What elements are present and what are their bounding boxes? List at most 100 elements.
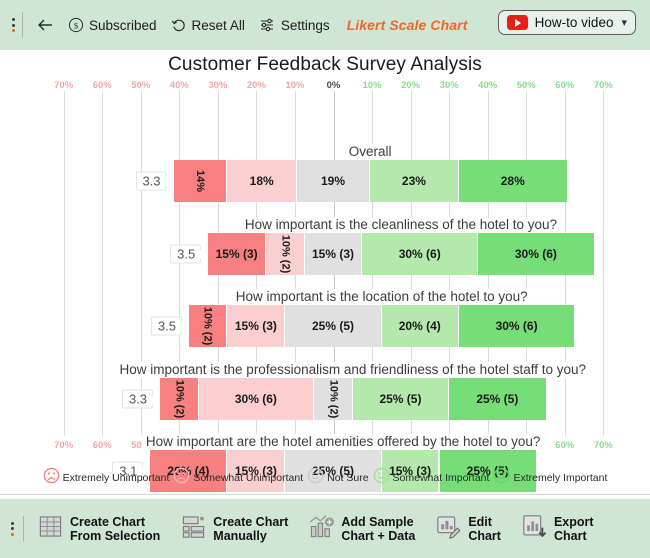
bar-segment[interactable]: 10% (2) (188, 305, 228, 347)
top-toolbar: $ Subscribed Reset All Settings Likert S… (0, 0, 650, 50)
legend-label: Extremely Unimportant (62, 472, 170, 484)
likert-bar[interactable]: 15% (3) 10% (2) 15% (3) 30% (6) 30% (6) (208, 233, 594, 275)
x-axis-tick-label: 60% (92, 80, 112, 91)
bar-segment[interactable]: 25% (5) (449, 378, 546, 420)
bar-segment-label: 30% (6) (495, 319, 538, 333)
settings-button[interactable]: Settings (252, 14, 337, 36)
bar-segment-label: 25% (5) (379, 392, 422, 406)
back-button[interactable] (29, 14, 61, 36)
bottom-toolbar-button-label: Edit Chart (468, 514, 501, 543)
legend-item[interactable]: Somewhat Important (373, 467, 489, 489)
bottom-toolbar-button[interactable]: Create Chart From Selection (30, 511, 167, 547)
bar-segment[interactable]: 25% (5) (285, 305, 382, 347)
bar-segment-label: 18% (249, 174, 274, 188)
youtube-icon (506, 15, 528, 30)
legend-item[interactable]: Extremely Important (493, 467, 607, 489)
bar-segment-label: 15% (3) (234, 319, 277, 333)
bar-segment[interactable]: 25% (5) (352, 378, 450, 420)
bar-segment[interactable]: 23% (370, 160, 459, 202)
bar-segment[interactable]: 30% (6) (198, 378, 315, 420)
sliders-icon (259, 17, 276, 33)
x-axis-tick-label: 70% (54, 80, 74, 91)
bar-segment-label: 30% (6) (234, 392, 277, 406)
bar-segment-label: 10% (2) (278, 234, 291, 274)
row-score: 3.3 (121, 389, 154, 409)
bar-segment[interactable]: 14% (173, 160, 228, 202)
bar-segment[interactable]: 18% (227, 160, 297, 202)
legend-item[interactable]: Not Sure (307, 467, 369, 489)
bottom-toolbar-button-label: Create Chart Manually (213, 514, 289, 543)
likert-bar[interactable]: 10% (2) 15% (3) 25% (5) 20% (4) 30% (6) (188, 305, 575, 347)
chart-canvas: Customer Feedback Survey Analysis 70% 60%… (0, 50, 650, 494)
bar-segment[interactable]: 10% (2) (314, 378, 353, 420)
toolbar-divider (22, 12, 23, 38)
x-axis-tick-label: 40% (169, 80, 189, 91)
bar-segment-label: 10% (2) (201, 306, 214, 346)
legend-face-icon (373, 467, 390, 489)
x-axis-tick-label: 10% (285, 80, 305, 91)
chart-plus-icon (308, 513, 335, 545)
x-axis-tick-label: 0% (326, 80, 341, 91)
bottom-toolbar-button-label: Export Chart (553, 514, 594, 543)
chart-pencil-icon (435, 513, 462, 545)
overflow-menu-icon[interactable] (8, 18, 20, 32)
x-axis-tick-label: 60% (555, 440, 575, 451)
gridline (63, 91, 65, 436)
question-label: How important is the professionalism and… (115, 362, 591, 378)
bottom-overflow-menu-icon[interactable] (6, 521, 21, 536)
bottom-toolbar-button[interactable]: Export Chart (514, 511, 601, 547)
bar-segment[interactable]: 28% (458, 160, 567, 202)
chevron-down-icon[interactable]: ▾ (621, 16, 627, 29)
bar-segment[interactable]: 30% (6) (362, 233, 479, 275)
bottom-toolbar-button[interactable]: Create Chart Manually (173, 511, 295, 547)
chart-legend: Extremely Unimportant Somewhat Unimportan… (0, 466, 650, 490)
reset-icon (171, 17, 187, 33)
dollar-circle-icon: $ (68, 17, 84, 33)
bar-segment[interactable]: 15% (3) (208, 233, 267, 275)
bar-segment-label: 28% (500, 174, 525, 188)
x-axis-tick-label: 10% (362, 80, 382, 91)
legend-item[interactable]: Somewhat Unimportant (173, 467, 303, 489)
x-axis-tick-label: 30% (439, 80, 459, 91)
bar-segment-label: 30% (6) (514, 247, 557, 261)
bottom-toolbar-buttons: Create Chart From Selection Create Chart Ma… (30, 511, 601, 547)
bottom-toolbar-button-label: Add Sample Chart + Data (341, 514, 416, 543)
likert-bar[interactable]: 10% (2) 30% (6) 10% (2) 25% (5) 25% (5) (160, 378, 546, 420)
how-to-video-button[interactable]: How-to video ▾ (497, 10, 636, 35)
legend-face-icon (43, 467, 60, 489)
bar-segment[interactable]: 10% (2) (266, 233, 305, 275)
table-grid-icon (37, 513, 64, 545)
back-arrow-icon (36, 17, 54, 33)
question-label: How important is the cleanliness of the … (240, 217, 562, 233)
x-axis-ticks-top: 70% 60% 50% 40% 30% 20% 10% 0% 10% 20% 30% 40% 50% 60… (0, 80, 650, 94)
bar-segment[interactable]: 10% (2) (160, 378, 199, 420)
row-score: 3.5 (170, 244, 202, 264)
bar-segment-label: 19% (320, 174, 345, 188)
bottom-toolbar-button-label: Create Chart From Selection (70, 514, 161, 543)
subscribed-label: Subscribed (89, 17, 157, 33)
bar-segment[interactable]: 15% (3) (304, 233, 363, 275)
bottom-toolbar-button[interactable]: Add Sample Chart + Data (301, 511, 422, 547)
bar-segment[interactable]: 30% (6) (478, 233, 594, 275)
bar-segment[interactable]: 15% (3) (227, 305, 286, 347)
subscribed-button[interactable]: $ Subscribed (61, 14, 164, 36)
bar-segment[interactable]: 20% (4) (381, 305, 459, 347)
x-axis-tick-label: 40% (478, 80, 498, 91)
legend-item[interactable]: Extremely Unimportant (43, 467, 170, 489)
bottom-toolbar-button[interactable]: Edit Chart (428, 511, 508, 547)
settings-label: Settings (280, 17, 330, 33)
bar-segment[interactable]: 30% (6) (458, 305, 575, 347)
reset-all-button[interactable]: Reset All (164, 14, 252, 36)
x-axis-tick-label: 60% (92, 440, 112, 451)
bar-segment-label: 15% (3) (311, 247, 354, 261)
legend-label: Not Sure (327, 472, 369, 484)
likert-bar[interactable]: 14% 18% 19% 23% 28% (173, 160, 567, 202)
legend-face-icon (307, 467, 324, 489)
x-axis-tick-label: 20% (401, 80, 421, 91)
legend-label: Somewhat Unimportant (193, 472, 304, 484)
bottom-toolbar: Create Chart From Selection Create Chart Ma… (0, 499, 650, 558)
legend-face-icon (173, 467, 190, 489)
bar-segment[interactable]: 19% (296, 160, 371, 202)
bar-segment-label: 30% (6) (398, 247, 441, 261)
gridline (102, 91, 104, 436)
